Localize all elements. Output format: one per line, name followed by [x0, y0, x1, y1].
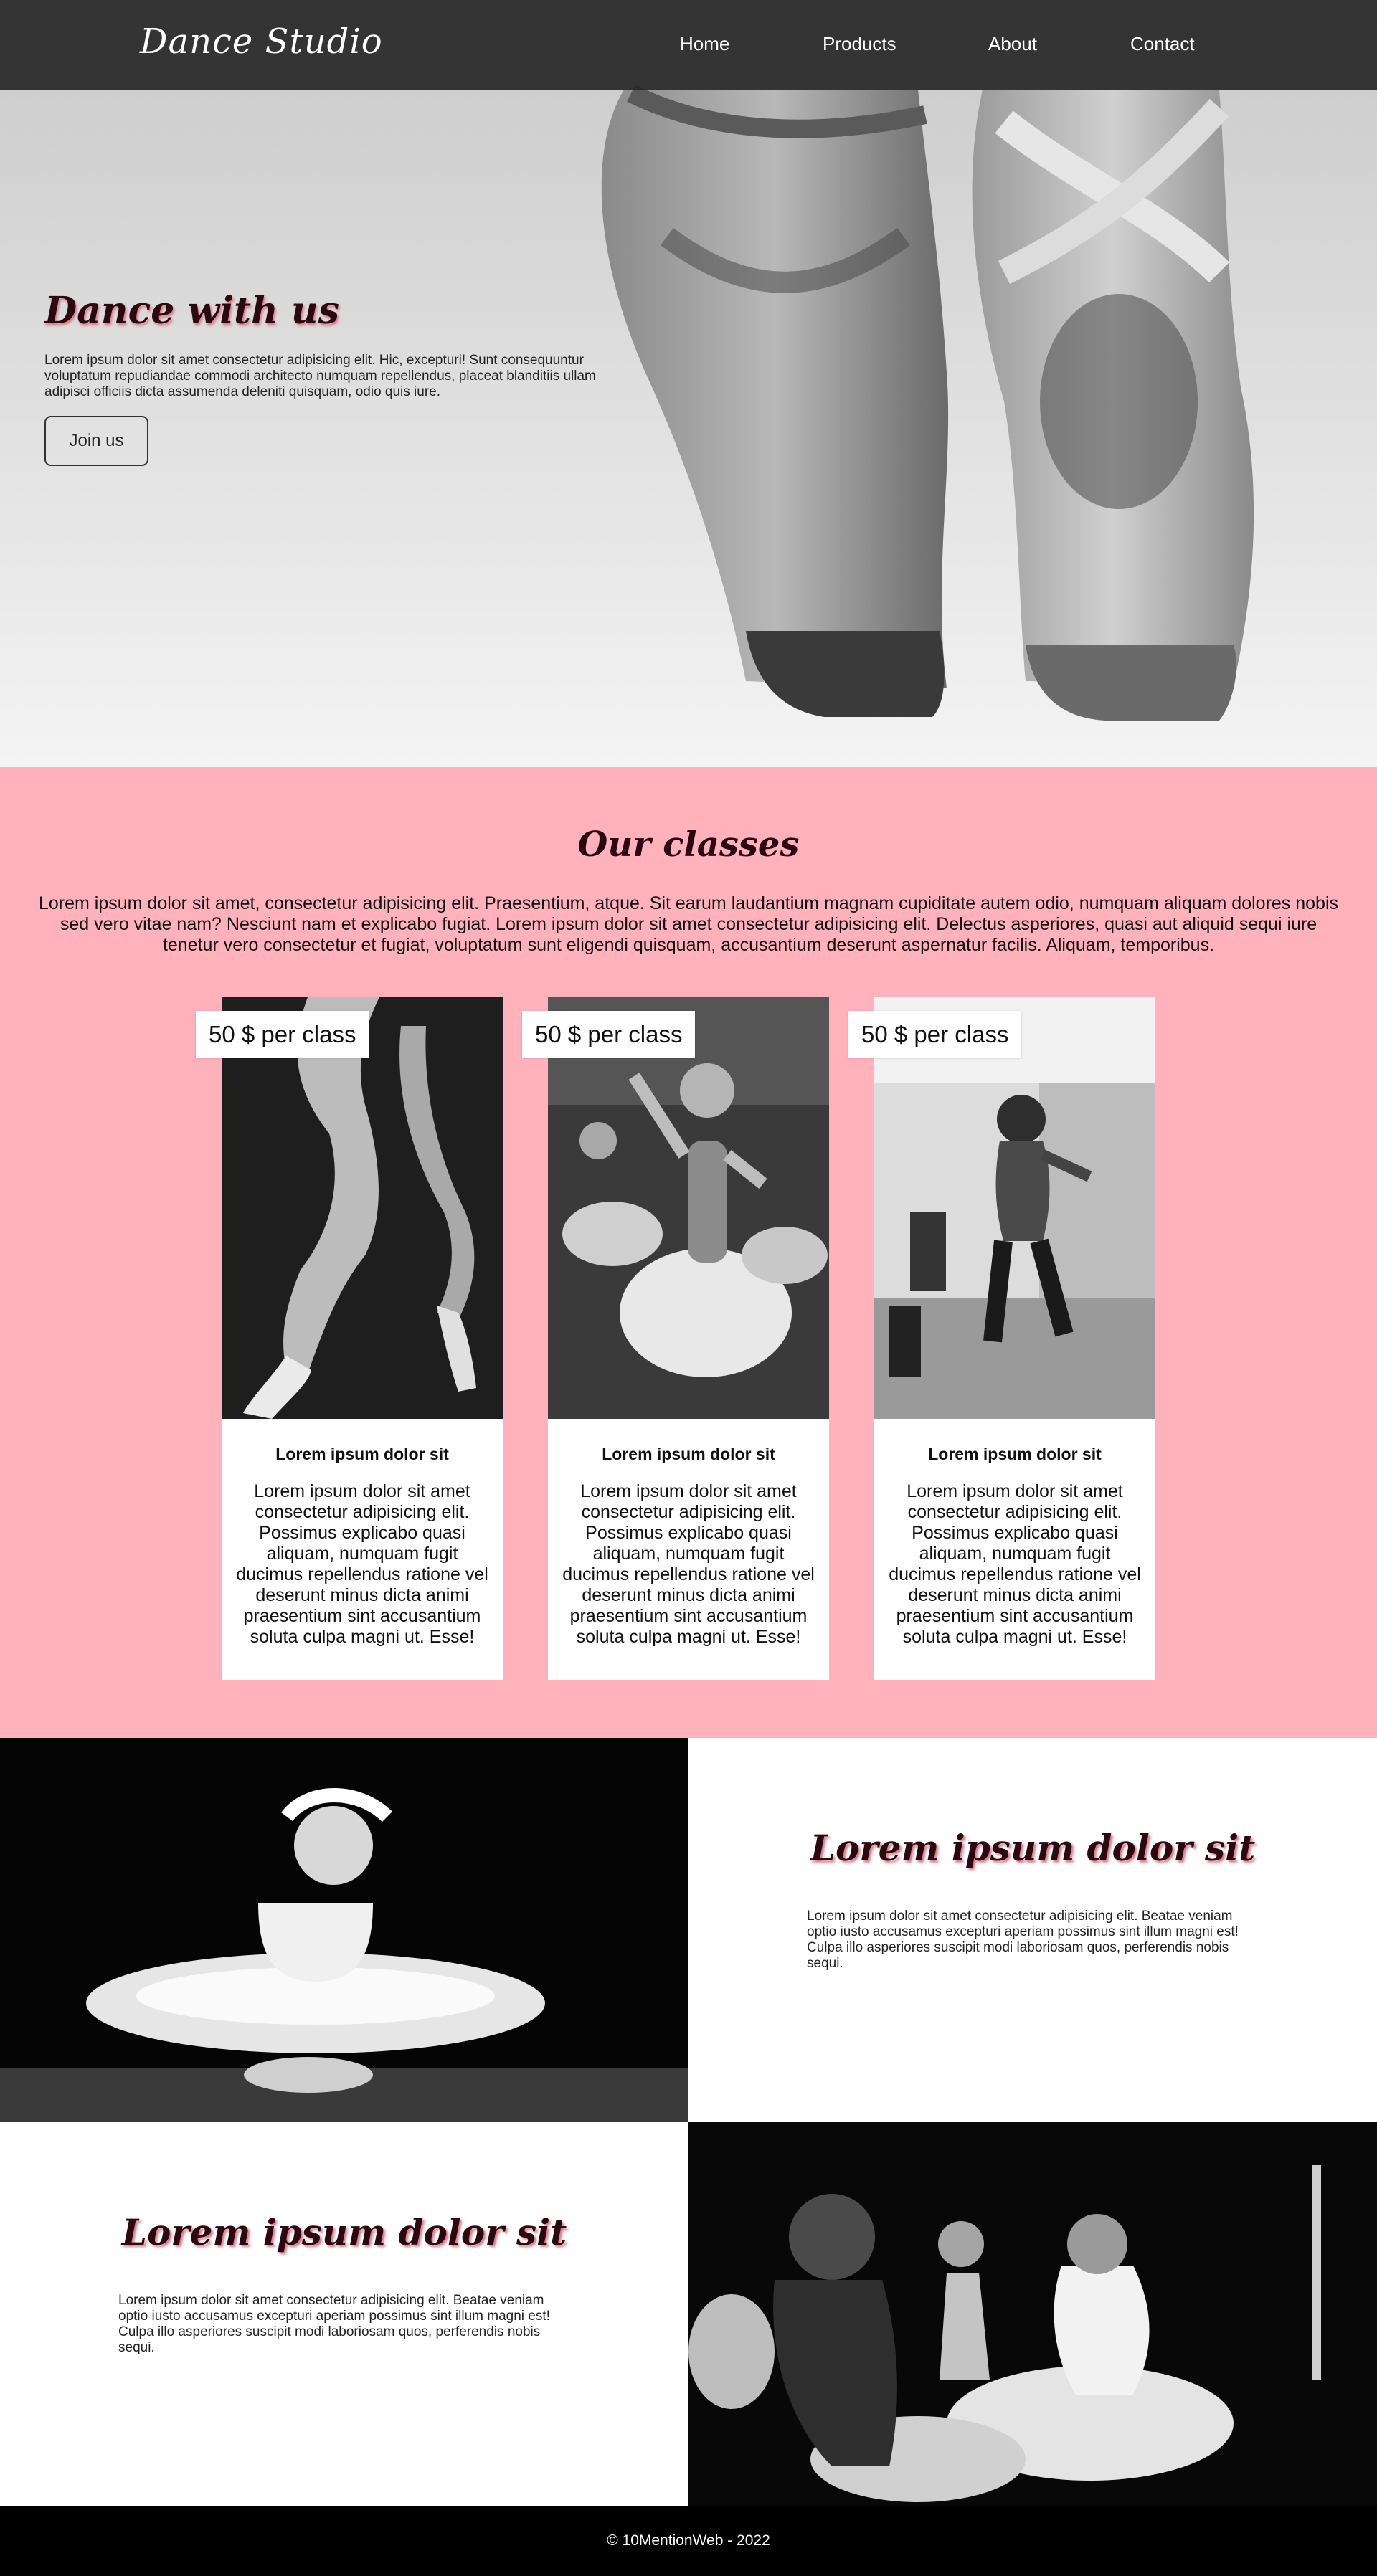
dance-studio-image — [874, 997, 1155, 1419]
join-us-button[interactable]: Join us — [44, 416, 148, 466]
card-title: Lorem ipsum dolor sit — [928, 1445, 1102, 1463]
nav-home-link[interactable]: Home — [680, 33, 729, 55]
feature-title: Lorem ipsum dolor sit — [121, 2211, 567, 2253]
hero-section: Dance with us Lorem ipsum dolor sit amet… — [0, 0, 1377, 767]
price-badge: 50 $ per class — [848, 1011, 1022, 1058]
card-text: Lorem ipsum dolor sit amet consectetur a… — [889, 1481, 1141, 1647]
card-text: Lorem ipsum dolor sit amet consectetur a… — [562, 1481, 815, 1647]
card-title: Lorem ipsum dolor sit — [602, 1445, 775, 1463]
ballerinas-backstage-image — [688, 2122, 1377, 2506]
price-badge: 50 $ per class — [522, 1011, 696, 1058]
hero-text: Lorem ipsum dolor sit amet consectetur a… — [44, 353, 596, 399]
dancer-legs-image — [222, 997, 503, 1419]
nav-about-link[interactable]: About — [988, 33, 1037, 55]
classes-title: Our classes — [577, 824, 800, 865]
feature-row: Lorem ipsum dolor sit Lorem ipsum dolor … — [0, 1738, 1377, 2122]
feature-text-block: Lorem ipsum dolor sit Lorem ipsum dolor … — [688, 1738, 1377, 2122]
nav-products-link[interactable]: Products — [823, 33, 896, 55]
copyright-text: © 10MentionWeb - 2022 — [607, 2532, 770, 2549]
feature-title: Lorem ipsum dolor sit — [810, 1827, 1256, 1869]
hero-content: Dance with us Lorem ipsum dolor sit amet… — [44, 289, 640, 466]
class-card: Lorem ipsum dolor sit Lorem ipsum dolor … — [874, 997, 1155, 1680]
ballerina-sitting-image — [0, 1738, 688, 2122]
feature-text: Lorem ipsum dolor sit amet consectetur a… — [118, 2293, 550, 2355]
hero-title: Dance with us — [44, 289, 339, 333]
card-title: Lorem ipsum dolor sit — [275, 1445, 449, 1463]
class-card: Lorem ipsum dolor sit Lorem ipsum dolor … — [548, 997, 829, 1680]
nav-contact-link[interactable]: Contact — [1130, 33, 1195, 55]
site-footer: © 10MentionWeb - 2022 — [0, 2506, 1377, 2576]
class-card: Lorem ipsum dolor sit Lorem ipsum dolor … — [222, 997, 503, 1680]
classes-text: Lorem ipsum dolor sit amet, consectetur … — [38, 893, 1339, 955]
price-badge: 50 $ per class — [196, 1011, 369, 1058]
site-header: Dance Studio Home Products About Contact — [0, 0, 1377, 90]
feature-row: Lorem ipsum dolor sit Lorem ipsum dolor … — [0, 2122, 1377, 2506]
card-text: Lorem ipsum dolor sit amet consectetur a… — [236, 1481, 488, 1647]
ballet-class-image — [548, 997, 829, 1419]
feature-text: Lorem ipsum dolor sit amet consectetur a… — [807, 1909, 1239, 1971]
main-nav: Home Products About Contact — [0, 0, 1377, 90]
feature-text-block: Lorem ipsum dolor sit Lorem ipsum dolor … — [0, 2122, 688, 2506]
